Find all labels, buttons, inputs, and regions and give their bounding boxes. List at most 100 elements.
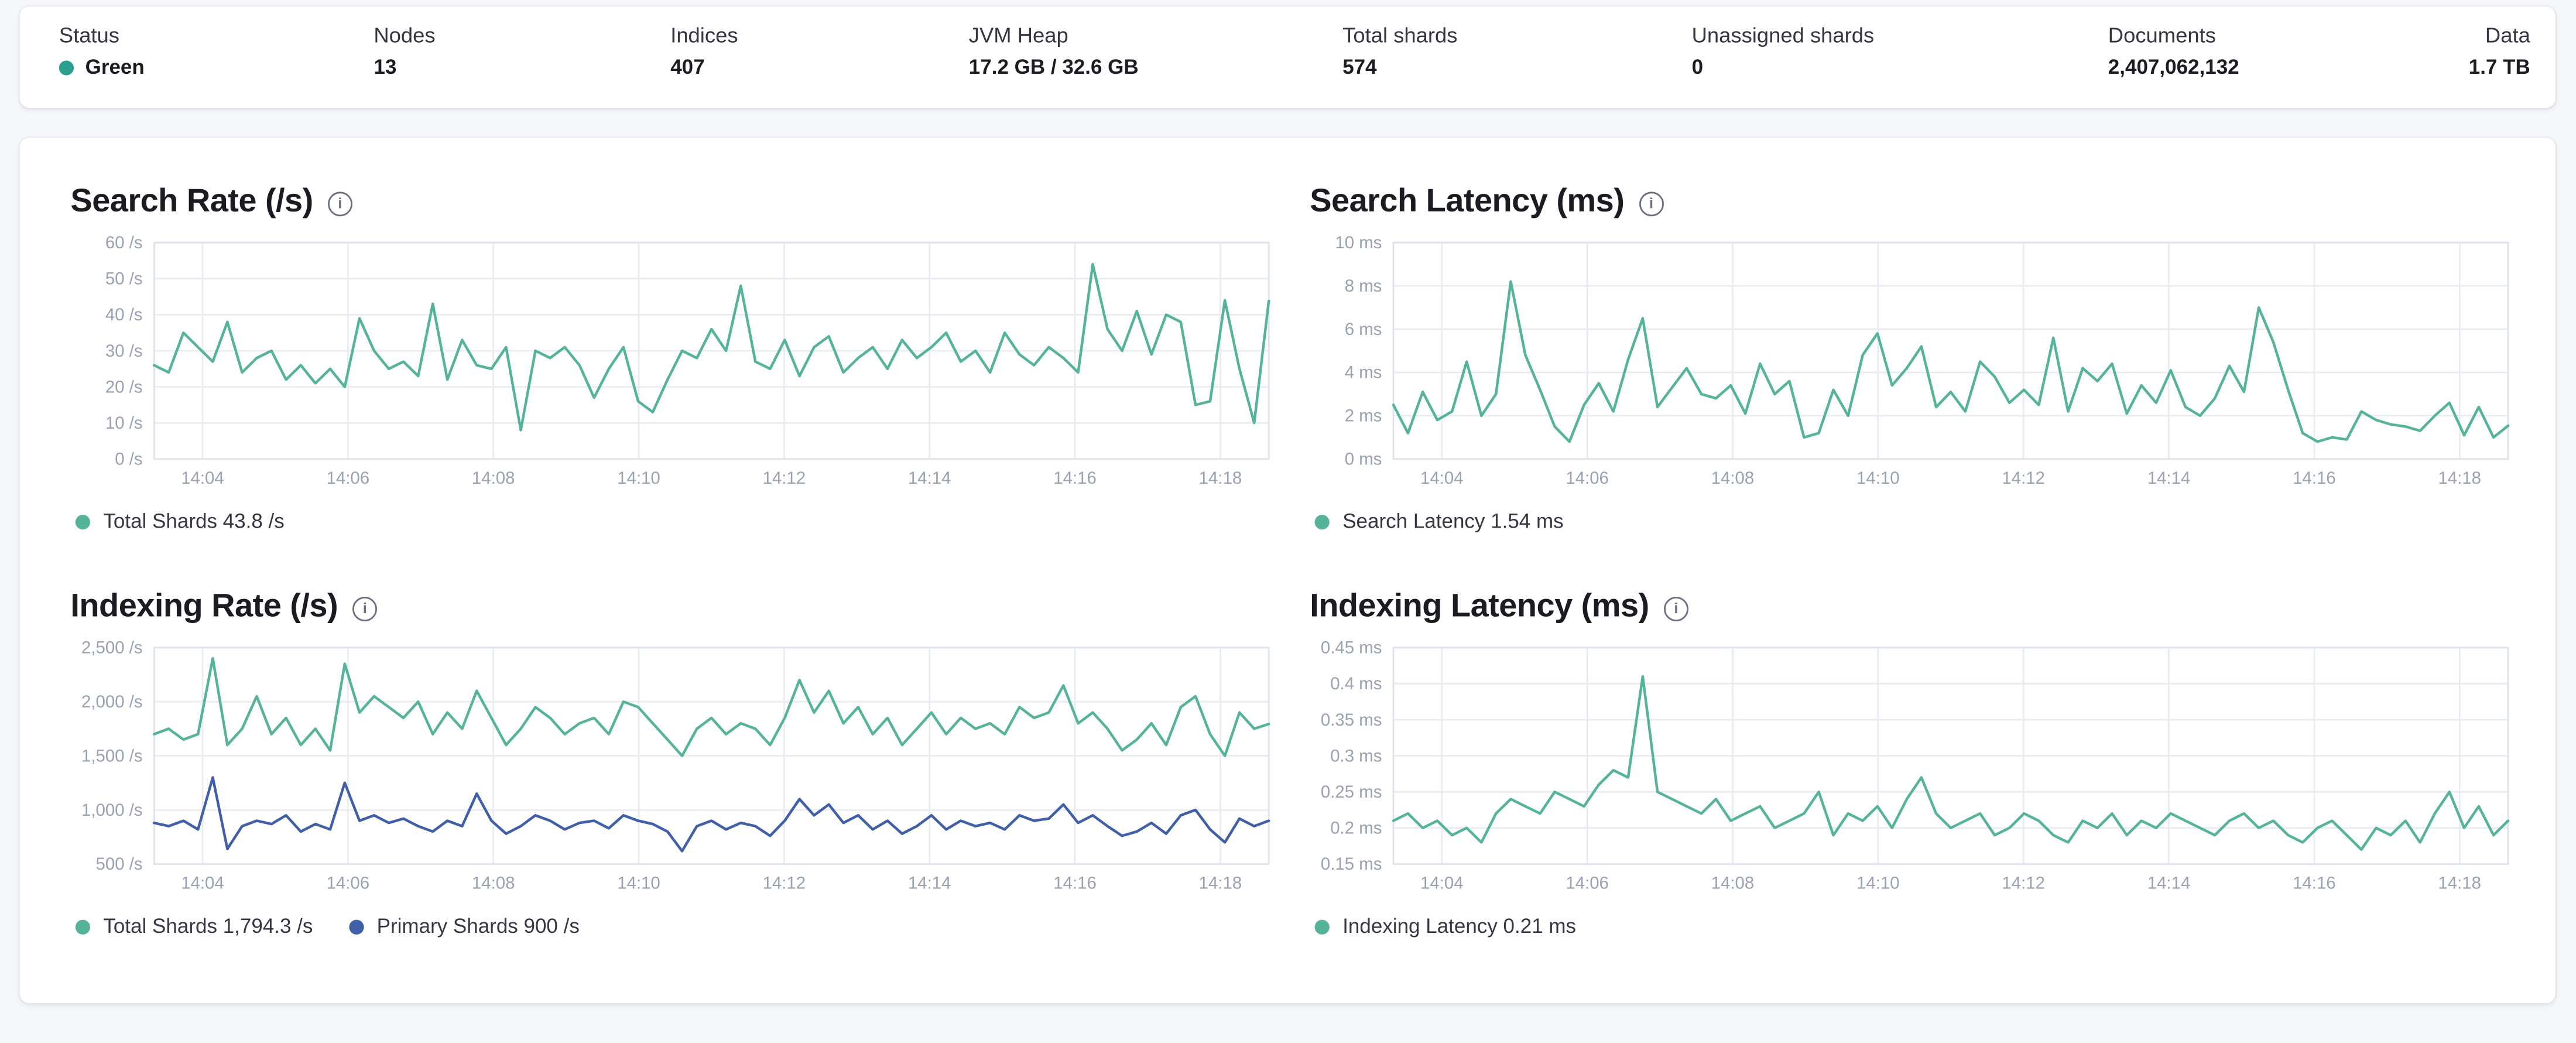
x-axis-tick-label: 14:16 [2293,873,2336,892]
x-axis-tick-label: 14:18 [1199,469,1242,488]
chart-search-latency-title: Search Latency (ms) [1310,183,1625,220]
chart-grid: Search Rate (/s) i 0 /s 10 /s 20 /s 30 /s 40… [66,180,2510,938]
x-axis-tick-label: 14:04 [1420,873,1464,892]
x-axis-tick-label: 14:10 [617,469,660,488]
stat-documents-value: 2,407,062,132 [2108,56,2239,79]
chart-indexing-latency-canvas[interactable]: 0.15 ms 0.2 ms 0.25 ms 0.3 ms 0.35 ms 0.4 ms 0… [1305,640,2512,898]
stat-data-size: Data 1.7 TB [2469,21,2530,80]
y-axis-tick-label: 40 /s [105,305,143,324]
info-icon[interactable]: i [327,191,352,216]
x-axis-tick-label: 14:10 [1856,469,1900,488]
y-axis-tick-label: 1,500 /s [81,746,143,765]
y-axis-tick-label: 2,000 /s [81,692,143,712]
x-axis-tick-label: 14:14 [908,873,951,892]
x-axis-tick-label: 14:12 [763,873,806,892]
info-icon[interactable]: i [352,596,378,621]
y-axis-tick-label: 10 ms [1335,234,1382,252]
y-axis-tick-label: 8 ms [1345,276,1382,296]
legend-dot-icon [1314,514,1330,529]
stat-nodes: Nodes 13 [374,21,670,80]
chart-indexing-latency: Indexing Latency (ms) i 0.15 ms 0.2 ms 0.2… [1305,585,2512,938]
stat-unassigned-shards: Unassigned shards 0 [1692,21,2108,80]
stat-indices: Indices 407 [670,21,969,80]
series-line [152,657,1270,757]
stat-documents-label: Documents [2108,23,2216,47]
cluster-stats-bar: Status Green Nodes 13 Indices 407 JVM He… [19,6,2557,108]
stat-jvm-heap-label: JVM Heap [968,23,1068,47]
chart-indexing-rate-canvas[interactable]: 500 /s 1,000 /s 1,500 /s 2,000 /s 2,500 /s 14… [66,640,1272,898]
y-axis-tick-label: 0 /s [115,450,142,469]
legend-label: Total Shards 1,794.3 /s [103,915,313,938]
x-axis-tick-label: 14:18 [1199,873,1242,892]
legend-label: Indexing Latency 0.21 ms [1342,915,1577,938]
y-axis-tick-label: 0.4 ms [1330,674,1382,693]
stat-unassigned-shards-label: Unassigned shards [1691,23,1875,47]
x-axis-tick-label: 14:04 [181,873,224,892]
y-axis-tick-label: 1,000 /s [81,801,143,820]
x-axis-tick-label: 14:16 [1053,873,1097,892]
info-icon[interactable]: i [1639,191,1664,216]
stat-total-shards-value: 574 [1342,56,1377,79]
y-axis-tick-label: 0.45 ms [1321,640,1382,658]
legend-dot-icon [1314,919,1330,934]
y-axis-tick-label: 0.15 ms [1321,854,1382,874]
x-axis-tick-label: 14:04 [181,469,224,488]
y-axis-tick-label: 20 /s [105,377,143,396]
stat-status-value: Green [85,56,145,79]
x-axis-tick-label: 14:06 [327,873,370,892]
legend-dot-icon [75,514,90,529]
x-axis-tick-label: 14:12 [2002,873,2045,892]
y-axis-tick-label: 0 ms [1345,450,1382,469]
y-axis-tick-label: 10 /s [105,413,143,433]
y-axis-tick-label: 60 /s [105,234,143,252]
legend-item: Primary Shards 900 /s [349,915,580,938]
x-axis-tick-label: 14:16 [2293,469,2336,488]
x-axis-tick-label: 14:16 [1053,469,1097,488]
series-line [1392,280,2510,443]
y-axis-tick-label: 50 /s [105,269,143,289]
x-axis-tick-label: 14:10 [617,873,660,892]
y-axis-tick-label: 2 ms [1345,406,1382,426]
health-status-green-icon [59,60,74,75]
series-line [152,262,1270,432]
stat-data-size-label: Data [2485,23,2530,47]
x-axis-tick-label: 14:18 [2438,873,2481,892]
stat-nodes-value: 13 [374,56,397,79]
series-line [1392,675,2510,851]
series-line [152,776,1270,853]
chart-search-rate-legend: Total Shards 43.8 /s [66,510,1272,533]
chart-search-rate-canvas[interactable]: 0 /s 10 /s 20 /s 30 /s 40 /s 50 /s 60 /s 14:04 1… [66,234,1272,493]
x-axis-tick-label: 14:04 [1420,469,1464,488]
stat-status: Status Green [59,21,374,80]
legend-item: Search Latency 1.54 ms [1314,510,1564,533]
chart-indexing-latency-legend: Indexing Latency 0.21 ms [1305,915,2512,938]
legend-label: Total Shards 43.8 /s [103,509,285,533]
chart-search-latency-canvas[interactable]: 0 ms 2 ms 4 ms 6 ms 8 ms 10 ms 14:04 14:06 14:08… [1305,234,2512,493]
x-axis-tick-label: 14:10 [1856,873,1900,892]
x-axis-tick-label: 14:12 [2002,469,2045,488]
x-axis-tick-label: 14:08 [1711,469,1755,488]
y-axis-tick-label: 0.35 ms [1321,710,1382,730]
x-axis-tick-label: 14:06 [327,469,370,488]
stat-data-size-value: 1.7 TB [2468,56,2530,79]
stat-total-shards-label: Total shards [1342,23,1458,47]
x-axis-tick-label: 14:08 [472,469,515,488]
stat-unassigned-shards-value: 0 [1691,56,1704,79]
y-axis-tick-label: 0.25 ms [1321,782,1382,802]
stat-jvm-heap-value: 17.2 GB / 32.6 GB [968,56,1139,79]
stat-documents: Documents 2,407,062,132 [2108,21,2469,80]
stat-total-shards: Total shards 574 [1342,21,1691,80]
x-axis-tick-label: 14:06 [1566,873,1609,892]
legend-item: Indexing Latency 0.21 ms [1314,915,1577,938]
legend-dot-icon [349,919,364,934]
info-icon[interactable]: i [1663,596,1688,621]
legend-label: Primary Shards 900 /s [376,915,580,938]
stat-status-label: Status [59,23,120,47]
stat-indices-label: Indices [670,23,738,47]
chart-indexing-rate: Indexing Rate (/s) i 500 /s 1,000 /s 1,500… [66,585,1272,938]
metrics-panel: Search Rate (/s) i 0 /s 10 /s 20 /s 30 /s 40… [19,138,2557,1004]
legend-item: Total Shards 43.8 /s [75,509,285,533]
x-axis-tick-label: 14:14 [2147,469,2191,488]
chart-indexing-rate-title: Indexing Rate (/s) [70,589,338,625]
cluster-monitoring-overview-page: Status Green Nodes 13 Indices 407 JVM He… [0,6,2576,1043]
